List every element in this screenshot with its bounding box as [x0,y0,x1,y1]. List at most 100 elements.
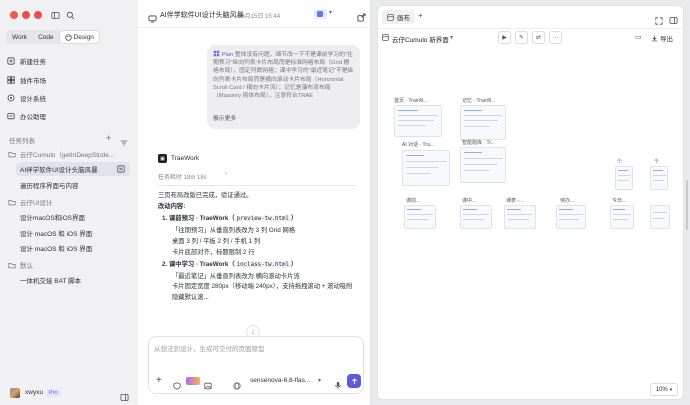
tab-code[interactable]: Code [33,31,59,43]
send-button[interactable] [347,374,361,388]
monitor-icon [148,10,157,28]
prompt-input[interactable]: 从想法到设计，生成可交付的页面原型 [154,343,265,353]
response-line: 三页布局改版已完成，验证通过。 [158,192,253,199]
response-item: 2. 课中学习 · TraeWork（ inclass-tw.html） [158,259,358,271]
task-list-title: 任务列表 [9,138,35,145]
task-item[interactable]: 设计macOS和iOS界面 [20,212,85,222]
task-menu-icon[interactable] [117,165,125,175]
nav-office-assistant[interactable]: 办公助理 [7,111,46,121]
chevron-down-icon[interactable]: ▾ [329,9,332,16]
chat-date: 08月15日 15:44 [238,14,281,20]
group-title: 云仔Cumulo（getInDeepStude... [20,152,115,159]
response-bullet: 隐藏默认滚... [172,294,209,302]
export-label: 导出 [660,36,673,43]
model-selector[interactable]: sensenova-6.8-flas... [250,377,310,384]
show-more-link[interactable]: 展示更多 [213,114,237,123]
toggle-sidebar-icon[interactable] [120,389,129,405]
frame-preview [460,205,492,229]
chevron-right-icon[interactable]: › [225,171,227,177]
item-title: 1. 课前预习 · TraeWork（ [162,214,235,222]
project-icon [382,34,389,41]
plan-text: 整体没有问题，细节改一下不是课前学习的"往期预习"纵向列表卡片布局而是标准网格布… [213,52,354,100]
frame-label: 课中... [462,198,477,204]
image-icon[interactable] [204,377,212,395]
frame-preview [650,166,668,190]
pro-badge: Pro [46,389,61,397]
frame-label: AI 对话 · Tra... [402,142,435,148]
maximize-window-button[interactable] [34,11,42,19]
nav-label: 设计系统 [20,96,46,103]
canvas-tab[interactable]: 画布 [382,10,415,24]
add-attachment-icon[interactable]: + [156,376,162,386]
chevron-down-icon: ▾ [669,386,673,393]
group-ui-design[interactable]: 云仔UI设计 [8,197,53,207]
avatar[interactable] [10,388,20,398]
chevron-down-icon[interactable]: ▾ [450,34,453,41]
nav-design-system[interactable]: 设计系统 [7,93,46,103]
add-tab-icon[interactable]: + [418,11,423,20]
group-default[interactable]: 默认 [8,260,33,270]
assistant-icon [7,113,15,120]
canvas-panel: 画布 + 云仔Cumulo 新界面 ▾ ▶ ✎ ⇄ ··· ▭ 导出 首页 · … [377,5,684,400]
task-item[interactable]: 一体机交接 BAT 脚本 [20,275,81,285]
frame-preview [460,147,506,183]
microphone-icon[interactable] [334,377,342,395]
divider [158,185,356,186]
shield-icon[interactable] [173,377,181,395]
close-window-button[interactable] [10,11,18,19]
tab-work[interactable]: Work [7,31,32,43]
project-name[interactable]: 云仔Cumulo 新界面 [392,34,449,44]
chevron-down-icon[interactable]: ▾ [318,377,321,384]
user-name: xwyxu [25,389,44,396]
tab-label: Work [12,33,28,41]
task-item[interactable]: 设计 macOS 和 iOS 界面 [20,243,92,253]
mode-tabs: Work Code Design [6,30,100,44]
share-icon[interactable] [357,9,366,27]
task-item[interactable]: 遍历程序界面与内容 [20,180,79,190]
folder-icon [8,199,16,205]
panel-resize-handle[interactable] [686,180,688,230]
frame-preview [556,205,586,229]
item-title: 2. 课中学习 · TraeWork（ [162,260,235,268]
response-bullet: 卡片固定宽度 280px（移动端 240px），支持拖拽滚动 + 滚动吸附 [172,283,353,291]
tab-label: Design [73,33,94,41]
image-tools-icon[interactable] [186,377,200,385]
status-toggle[interactable] [314,9,327,19]
play-button[interactable]: ▶ [498,31,511,44]
collapse-icon[interactable]: ▭ [635,33,642,41]
nav-plugin-market[interactable]: 插件市场 [7,75,46,85]
task-label: 设计 macOS 和 iOS 界面 [20,246,93,253]
group-title: 云仔UI设计 [20,200,53,207]
globe-icon[interactable] [233,377,241,395]
response-item: 1. 课前预习 · TraeWork（ preview-tw.html） [158,213,358,225]
chat-header: AI伴学软件UI设计头脑风暴 08月15日 15:44 ▾ [138,0,371,28]
tab-label: Code [38,33,54,41]
folder-icon [8,151,16,157]
frame-preview [650,205,670,229]
add-task-icon[interactable]: + [106,133,111,143]
nav-new-task[interactable]: 新建任务 [7,56,46,66]
group-cumulo[interactable]: 云仔Cumulo（getInDeepStude... [8,149,114,159]
response-heading: 改动内容: [158,203,186,211]
task-label: AI伴学软件UI设计头脑风暴 [20,167,98,174]
minimize-window-button[interactable] [22,11,30,19]
frame-preview [610,205,634,229]
task-item[interactable]: 设计 macOS 和 iOS 界面 [20,228,92,238]
frame-label: 课前... [406,198,421,204]
search-icon[interactable] [65,10,75,20]
prompt-input-box[interactable]: 从想法到设计，生成可交付的页面原型 + sensenova-6.8-flas..… [148,336,364,394]
export-button[interactable]: 导出 [651,33,673,43]
tab-design[interactable]: Design [59,31,99,43]
collapse-sidebar-icon[interactable] [50,10,60,20]
task-item-active[interactable]: AI伴学软件UI设计头脑风暴 [16,162,130,176]
plan-label: Plan [221,52,234,58]
swap-button[interactable]: ⇄ [532,31,545,44]
more-options-button[interactable]: ··· [549,31,562,44]
filter-icon[interactable] [120,134,128,152]
palette-icon [64,33,72,41]
zoom-control[interactable]: 10% ▾ [650,383,678,396]
frame-preview [504,205,536,229]
pen-tool-button[interactable]: ✎ [515,31,528,44]
frame-preview [404,205,436,229]
nav-label: 新建任务 [20,59,46,66]
